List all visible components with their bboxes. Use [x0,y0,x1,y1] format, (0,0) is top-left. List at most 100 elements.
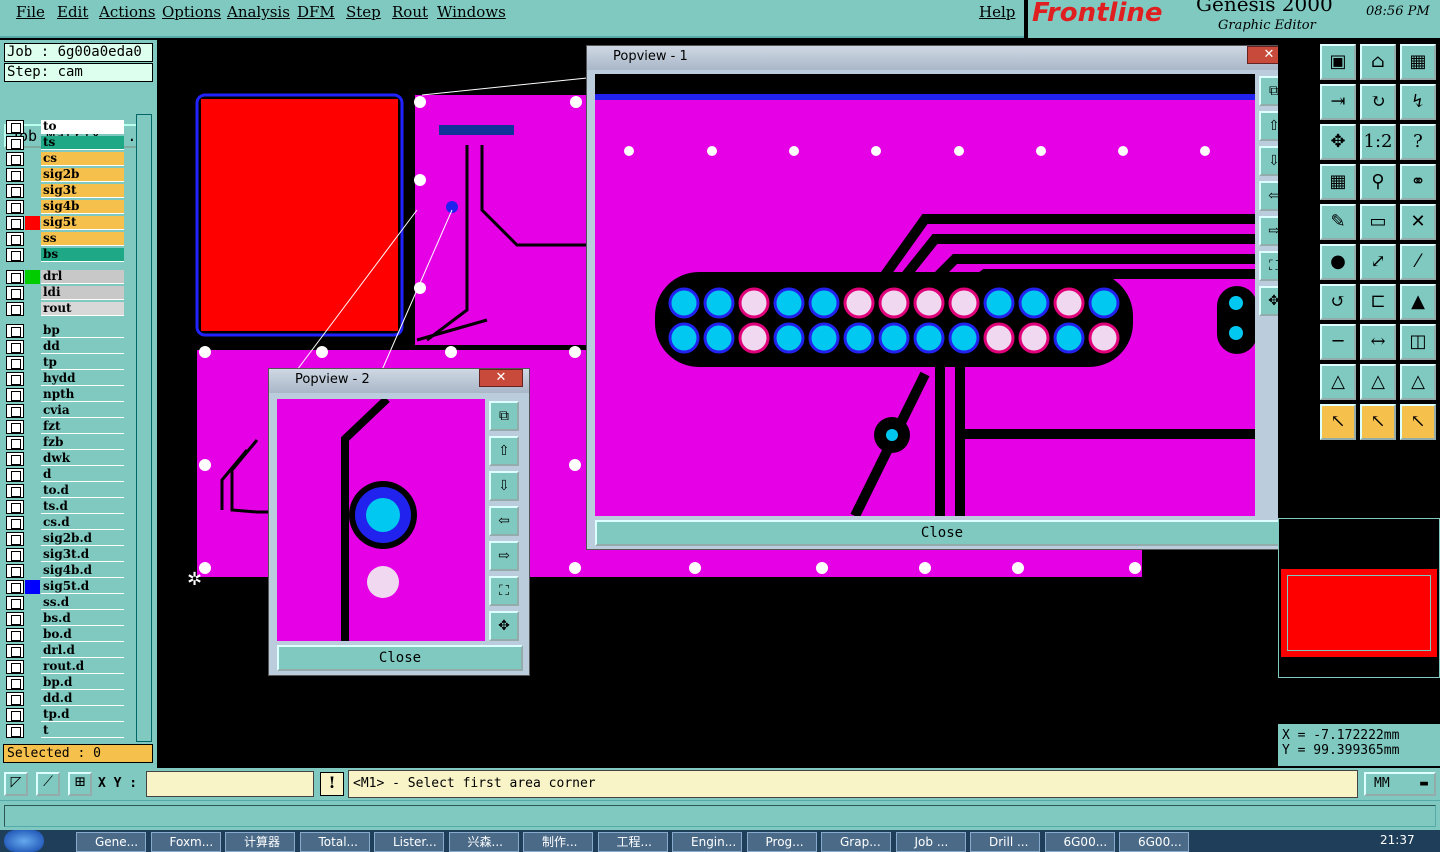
pan-right-icon[interactable]: ⇨ [489,541,519,571]
layer-row-ts-d[interactable]: ts.d [6,500,124,514]
layer-row-ldi[interactable]: ldi [6,286,124,300]
layer-name[interactable]: cvia [41,404,124,418]
layer-name[interactable]: drl.d [41,644,124,658]
minus-icon[interactable]: ─ [1320,324,1356,360]
circle-icon[interactable]: ● [1320,244,1356,280]
grid-icon[interactable]: ▦ [1320,164,1356,200]
layer-row-rout-d[interactable]: rout.d [6,660,124,674]
triangle-plus-icon[interactable]: △ [1360,364,1396,400]
text-icon[interactable]: ▲ [1400,284,1436,320]
menu-step[interactable]: Step [346,3,381,21]
layer-row-bp[interactable]: bp [6,324,124,338]
layer-checkbox[interactable] [6,120,24,134]
cross-icon[interactable]: ✕ [1400,204,1436,240]
layer-checkbox[interactable] [6,564,24,578]
layer-row-drl[interactable]: drl [6,270,124,284]
layer-row-ts[interactable]: ts [6,136,124,150]
grid-tool-icon[interactable]: ⊞ [68,772,92,796]
layer-checkbox[interactable] [6,324,24,338]
layer-checkbox[interactable] [6,340,24,354]
layer-row-ss[interactable]: ss [6,232,124,246]
layer-color-box[interactable] [25,216,40,230]
layer-name[interactable]: cs.d [41,516,124,530]
layer-checkbox[interactable] [6,548,24,562]
layer-row-ss-d[interactable]: ss.d [6,596,124,610]
layer-checkbox[interactable] [6,388,24,402]
layer-color-box[interactable] [25,302,40,316]
layer-checkbox[interactable] [6,216,24,230]
select-icon[interactable]: ⤢ [1360,244,1396,280]
pan-left-icon[interactable]: ⇦ [489,506,519,536]
measure-icon[interactable]: ↔ [1360,324,1396,360]
layer-color-box[interactable] [25,452,40,466]
layer-color-box[interactable] [25,356,40,370]
layer-name[interactable]: sig4b.d [41,564,124,578]
layer-checkbox[interactable] [6,286,24,300]
popview-1-canvas[interactable] [595,74,1255,516]
warning-icon[interactable]: ! [320,772,344,796]
layer-name[interactable]: fzb [41,436,124,450]
layer-row-to-d[interactable]: to.d [6,484,124,498]
layer-color-box[interactable] [25,468,40,482]
layer-row-sig2b[interactable]: sig2b [6,168,124,182]
taskbar-item[interactable]: 工程... [597,832,668,852]
taskbar-item[interactable]: 6G00... [1044,832,1115,852]
layer-color-box[interactable] [25,270,40,284]
flip-icon[interactable]: ↯ [1400,84,1436,120]
layer-row-sig5t[interactable]: sig5t [6,216,124,230]
layer-checkbox[interactable] [6,302,24,316]
pointer-tree-icon[interactable]: ↖ [1400,404,1436,440]
menu-windows[interactable]: Windows [437,3,506,21]
connect-icon[interactable]: ⚭ [1400,164,1436,200]
layer-checkbox[interactable] [6,484,24,498]
layer-color-box[interactable] [25,532,40,546]
taskbar-item[interactable]: Prog... [746,832,817,852]
layer-name[interactable]: sig2b [41,168,124,182]
menu-options[interactable]: Options [162,3,221,21]
layer-name[interactable]: tp [41,356,124,370]
taskbar-item[interactable]: Lister... [374,832,444,852]
popview-2-close-button[interactable]: Close [277,645,523,671]
layer-row-bp-d[interactable]: bp.d [6,676,124,690]
taskbar-item[interactable]: 计算器 [225,832,295,852]
menu-actions[interactable]: Actions [99,3,155,21]
layer-row-cvia[interactable]: cvia [6,404,124,418]
layer-color-box[interactable] [25,564,40,578]
menu-help[interactable]: Help [979,3,1015,21]
layer-color-box[interactable] [25,152,40,166]
layer-row-bs[interactable]: bs [6,248,124,262]
layer-row-fzb[interactable]: fzb [6,436,124,450]
layer-row-bo-d[interactable]: bo.d [6,628,124,642]
layer-name[interactable]: bs [41,248,124,262]
layer-name[interactable]: d [41,468,124,482]
start-button-icon[interactable] [4,830,44,852]
layout-icon[interactable]: ▦ [1400,44,1436,80]
measure-tool-icon[interactable]: ⟋ [36,772,60,796]
units-select[interactable]: MM ▬ [1364,772,1436,796]
layer-color-box[interactable] [25,548,40,562]
xy-input[interactable] [146,771,314,797]
layer-checkbox[interactable] [6,436,24,450]
layer-row-dd[interactable]: dd [6,340,124,354]
layer-checkbox[interactable] [6,452,24,466]
scale-icon[interactable]: 1:2 [1360,124,1396,160]
move-icon[interactable]: ✥ [1320,124,1356,160]
layer-color-box[interactable] [25,660,40,674]
layer-row-sig4b-d[interactable]: sig4b.d [6,564,124,578]
layer-row-dd-d[interactable]: dd.d [6,692,124,706]
layer-color-box[interactable] [25,286,40,300]
layer-row-sig3t-d[interactable]: sig3t.d [6,548,124,562]
layer-color-box[interactable] [25,324,40,338]
layer-name[interactable]: dwk [41,452,124,466]
layer-row-sig4b[interactable]: sig4b [6,200,124,214]
layer-checkbox[interactable] [6,468,24,482]
taskbar-item[interactable]: 制作... [523,832,593,852]
select-tool-icon[interactable]: ◸ [4,772,28,796]
export-icon[interactable]: ⇥ [1320,84,1356,120]
triangle-icon[interactable]: △ [1320,364,1356,400]
taskbar-item[interactable]: Foxm... [150,832,221,852]
layer-color-box[interactable] [25,628,40,642]
taskbar-item[interactable]: Drill ... [970,832,1040,852]
layer-color-box[interactable] [25,436,40,450]
layer-name[interactable]: ts [41,136,124,150]
